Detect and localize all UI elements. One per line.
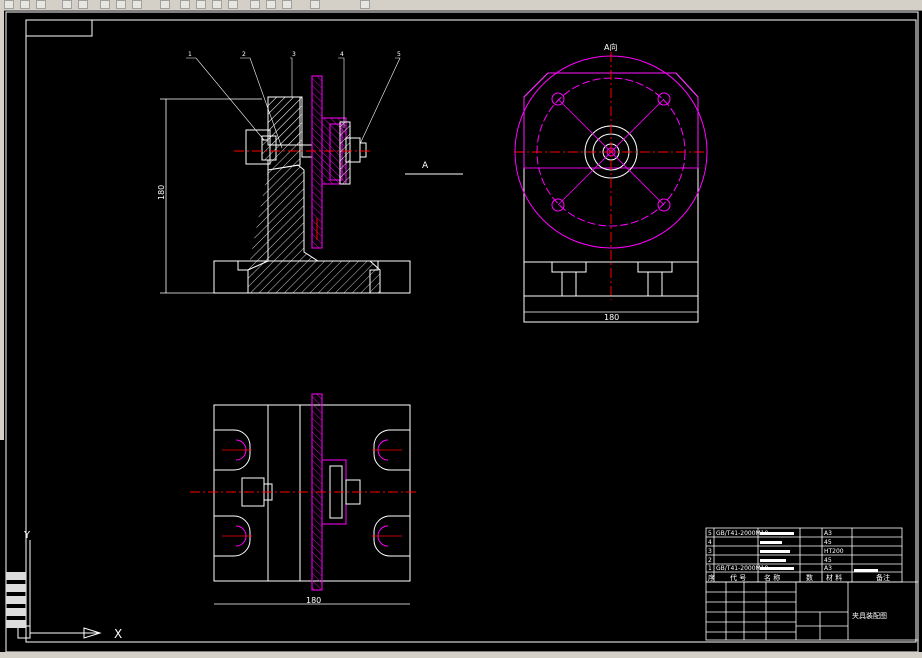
title-block-text: 5 GB/T41-2000M10 A3 4 45 3 HT200 2 45 1 …	[708, 530, 890, 620]
leader-4: 4	[340, 51, 344, 58]
save-icon[interactable]	[36, 0, 46, 9]
header-qty: 数	[806, 573, 813, 582]
new-file-icon[interactable]	[4, 0, 14, 9]
open-file-icon[interactable]	[20, 0, 30, 9]
row-no: 3	[708, 548, 712, 555]
side-width-dimension: 180	[604, 313, 619, 322]
ucs-icon	[17, 540, 102, 639]
undo-icon[interactable]	[180, 0, 190, 9]
row-mat: A3	[824, 530, 832, 537]
header-no: 序	[708, 573, 715, 582]
leader-3: 3	[292, 51, 296, 58]
paste-icon[interactable]	[132, 0, 142, 9]
design-center-icon[interactable]	[266, 0, 276, 9]
leader-5: 5	[397, 51, 401, 58]
row-mat: 45	[824, 539, 832, 546]
title-block	[705, 527, 919, 641]
ucs-y-label: Y	[23, 530, 31, 541]
row-mat: A3	[824, 565, 832, 572]
side-view: A向 180	[514, 42, 708, 323]
header-name: 名 称	[764, 573, 780, 582]
front-section-view: 180 1 2 3 4 5 A	[157, 51, 463, 294]
drawing-name: 夹具装配图	[852, 611, 887, 620]
view-label-top: A向	[604, 42, 617, 52]
help-icon[interactable]	[310, 0, 320, 9]
ucs-x-label: X	[114, 627, 122, 641]
status-bar	[0, 652, 922, 658]
drawing-frame	[5, 11, 919, 652]
preview-icon[interactable]	[78, 0, 88, 9]
front-height-dimension: 180	[157, 185, 166, 200]
leader-1: 1	[188, 51, 192, 58]
layout-tabs[interactable]	[6, 572, 26, 628]
print-icon[interactable]	[62, 0, 72, 9]
layer-dropdown[interactable]	[360, 0, 370, 9]
header-mat: 材 料	[826, 573, 842, 582]
row-mat: 45	[824, 557, 832, 564]
header-note: 备注	[876, 573, 890, 582]
cut-icon[interactable]	[100, 0, 110, 9]
redo-icon[interactable]	[196, 0, 206, 9]
pan-icon[interactable]	[212, 0, 222, 9]
drawing-canvas[interactable]: 180 1 2 3 4 5 A A向 180 180 5 GB/T41-2000…	[0, 10, 922, 652]
header-code: 代 号	[730, 573, 746, 582]
tool-palette-icon[interactable]	[282, 0, 292, 9]
zoom-icon[interactable]	[228, 0, 238, 9]
row-no: 4	[708, 539, 712, 546]
leader-2: 2	[242, 51, 246, 58]
section-label: A	[422, 161, 429, 171]
row-no: 1	[708, 565, 712, 572]
top-view: 180	[190, 393, 418, 605]
copy-icon[interactable]	[116, 0, 126, 9]
match-properties-icon[interactable]	[160, 0, 170, 9]
properties-icon[interactable]	[250, 0, 260, 9]
row-no: 2	[708, 557, 712, 564]
row-mat: HT200	[824, 548, 844, 555]
row-no: 5	[708, 530, 712, 537]
top-width-dimension: 180	[306, 596, 321, 605]
